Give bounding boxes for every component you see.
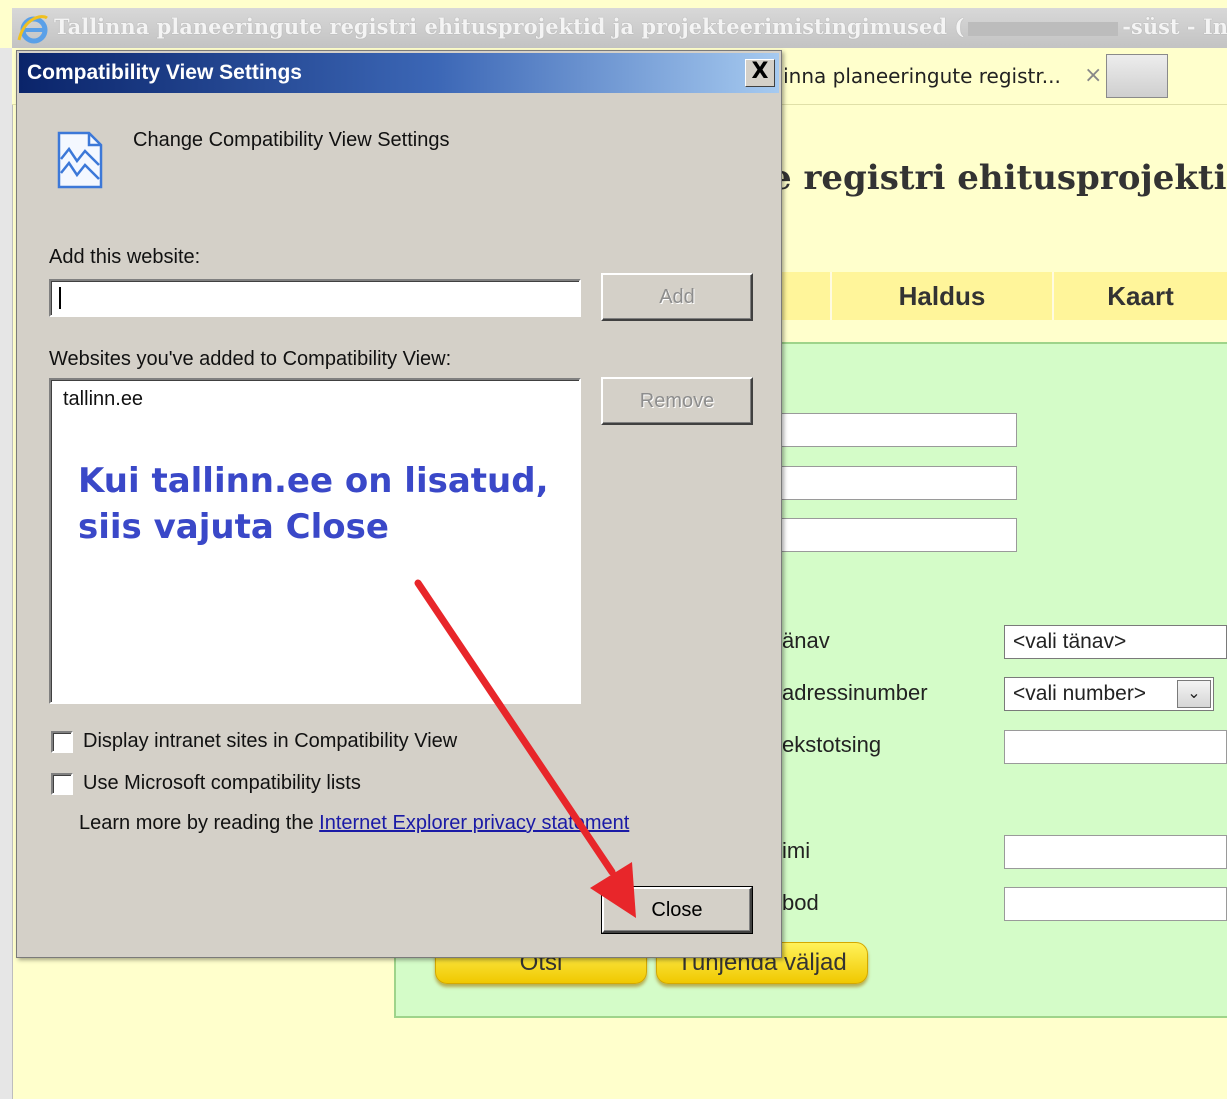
instruction-annotation: Kui tallinn.ee on lisatud, siis vajuta C… <box>78 458 558 550</box>
dialog-close-icon[interactable]: X <box>745 59 775 87</box>
browser-title: Tallinna planeeringute registri ehituspr… <box>54 14 1227 39</box>
annotation-line-1: Kui tallinn.ee on lisatud, <box>78 461 549 501</box>
code-label: bod <box>782 890 819 915</box>
learn-more-text: Learn more by reading the Internet Explo… <box>79 812 629 835</box>
compatibility-view-icon <box>57 131 103 189</box>
learn-more-prefix: Learn more by reading the <box>79 812 320 834</box>
browser-tab[interactable]: llinna planeeringute registr... <box>772 54 1112 98</box>
nav-item-haldus[interactable]: Haldus <box>832 272 1052 320</box>
add-website-label: Add this website: <box>49 246 201 268</box>
browser-titlebar: Tallinna planeeringute registri ehituspr… <box>12 8 1227 48</box>
form-input[interactable] <box>770 518 1017 552</box>
form-input[interactable] <box>770 413 1017 447</box>
nav-item-kaart[interactable]: Kaart <box>1054 272 1227 320</box>
code-input[interactable] <box>1004 887 1227 921</box>
page-title: e registri ehitusprojektid <box>770 158 1227 198</box>
list-item[interactable]: tallinn.ee <box>63 388 143 411</box>
main-nav: Haldus Kaart <box>780 272 1227 320</box>
new-tab-button[interactable] <box>1106 54 1168 98</box>
number-select[interactable]: <vali number> ⌄ <box>1004 677 1214 711</box>
dialog-title: Compatibility View Settings <box>27 61 302 84</box>
text-search-input[interactable] <box>1004 730 1227 764</box>
intranet-checkbox[interactable] <box>51 731 73 753</box>
tab-close-icon[interactable]: × <box>1084 54 1102 98</box>
form-input[interactable] <box>770 466 1017 500</box>
dialog-heading: Change Compatibility View Settings <box>133 129 450 151</box>
street-select[interactable]: <vali tänav> <box>1004 625 1227 659</box>
internet-explorer-icon <box>17 15 48 44</box>
remove-button[interactable]: Remove <box>601 377 753 425</box>
ms-lists-checkbox-label[interactable]: Use Microsoft compatibility lists <box>83 772 361 795</box>
chevron-down-icon[interactable]: ⌄ <box>1177 680 1211 708</box>
close-button[interactable]: Close <box>601 886 753 934</box>
number-select-value: <vali number> <box>1013 682 1147 705</box>
address-number-label: adressinumber <box>782 680 928 705</box>
name-input[interactable] <box>1004 835 1227 869</box>
add-button[interactable]: Add <box>601 273 753 321</box>
window-left-frame <box>0 48 13 1099</box>
street-label: änav <box>782 628 830 653</box>
add-website-input[interactable] <box>49 279 581 317</box>
intranet-checkbox-label[interactable]: Display intranet sites in Compatibility … <box>83 730 457 753</box>
name-label: imi <box>782 838 811 863</box>
annotation-line-2: siis vajuta Close <box>78 507 389 547</box>
dialog-titlebar: Compatibility View Settings X <box>19 53 779 93</box>
ms-lists-checkbox[interactable] <box>51 773 73 795</box>
text-caret <box>59 287 61 309</box>
websites-list-label: Websites you've added to Compatibility V… <box>49 348 452 370</box>
privacy-statement-link[interactable]: Internet Explorer privacy statement <box>319 812 629 834</box>
text-search-label: ekstotsing <box>782 732 882 757</box>
